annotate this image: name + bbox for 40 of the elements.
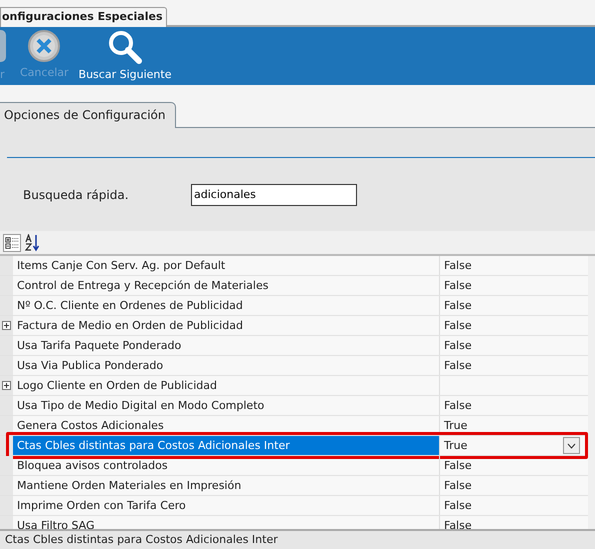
property-value: False	[444, 278, 472, 294]
property-value: True	[444, 438, 468, 454]
property-name[interactable]: Usa Via Publica Ponderado	[13, 356, 440, 375]
cancel-icon	[27, 29, 62, 63]
sort-alphabetical-icon[interactable]	[25, 234, 41, 252]
property-value: False	[444, 358, 472, 374]
status-text: Ctas Cbles distintas para Costos Adicionales Inter	[0, 529, 595, 548]
property-name[interactable]: Nº O.C. Cliente en Ordenes de Publicidad	[13, 296, 440, 315]
property-value: False	[444, 258, 472, 274]
property-value: False	[444, 498, 472, 514]
search-label: Busqueda rápida.	[23, 186, 130, 204]
property-name[interactable]: Bloquea avisos controlados	[13, 456, 440, 475]
search-field[interactable]: adicionales	[191, 184, 357, 206]
property-name[interactable]: Usa Tipo de Medio Digital en Modo Completo	[13, 396, 440, 415]
property-value: False	[444, 398, 472, 414]
document-tab[interactable]: onfiguraciones Especiales	[0, 7, 166, 27]
property-name[interactable]: Items Canje Con Serv. Ag. por Default	[13, 256, 440, 275]
property-value: False	[444, 298, 472, 314]
search-icon	[107, 29, 143, 65]
property-name[interactable]: Imprime Orden con Tarifa Cero	[13, 496, 440, 515]
property-name[interactable]: Mantiene Orden Materiales en Impresión	[13, 476, 440, 495]
property-name[interactable]: Genera Costos Adicionales	[13, 416, 440, 435]
property-name[interactable]: Control de Entrega y Recepción de Materiales	[13, 276, 440, 295]
property-value: False	[444, 478, 472, 494]
find-next-button[interactable]: Buscar Siguiente	[78, 27, 172, 85]
section-tab[interactable]: Opciones de Configuración	[0, 102, 176, 128]
property-value: True	[444, 418, 468, 434]
property-name[interactable]: Usa Tarifa Paquete Ponderado	[13, 336, 440, 355]
expand-icon[interactable]	[2, 381, 11, 390]
property-name[interactable]: Ctas Cbles distintas para Costos Adicionales Inter	[13, 436, 440, 455]
property-name[interactable]: Factura de Medio en Orden de Publicidad	[13, 316, 440, 335]
chevron-down-icon	[567, 442, 576, 448]
dropdown-button[interactable]	[563, 437, 580, 454]
property-value: False	[444, 518, 472, 529]
property-value: False	[444, 338, 472, 354]
categorized-view-icon[interactable]	[3, 234, 21, 252]
property-value: False	[444, 458, 472, 474]
property-value: False	[444, 318, 472, 334]
property-name[interactable]: Logo Cliente en Orden de Publicidad	[13, 376, 440, 395]
expand-icon[interactable]	[2, 321, 11, 330]
